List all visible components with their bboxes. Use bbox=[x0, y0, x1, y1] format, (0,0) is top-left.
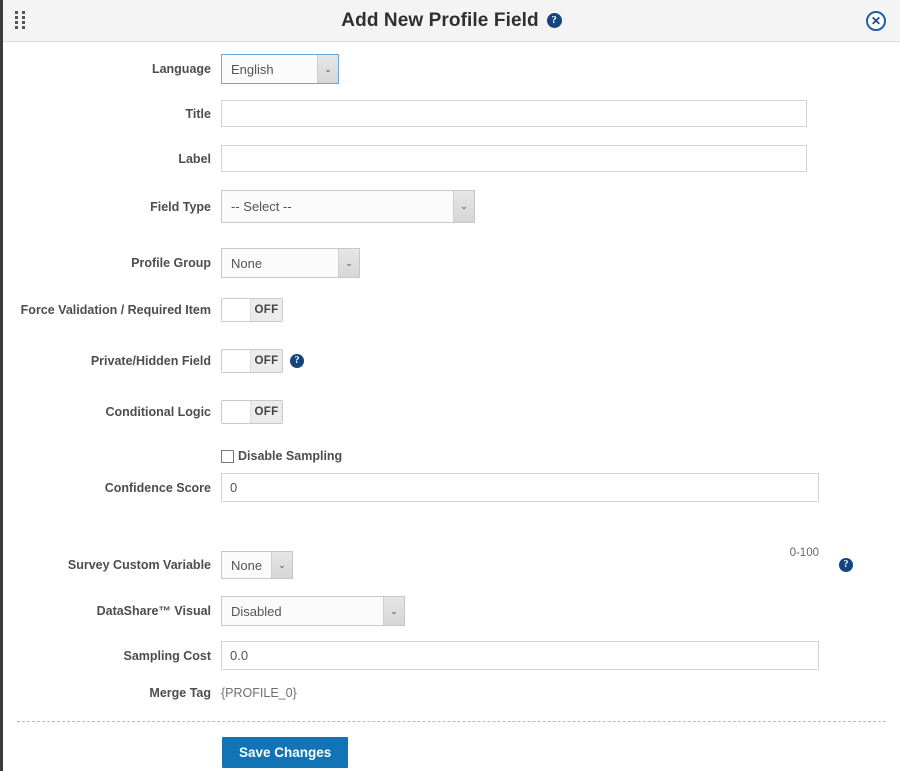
label-profile-group: Profile Group bbox=[3, 256, 221, 270]
field-row-private-hidden: Private/Hidden Field OFF ? bbox=[3, 349, 900, 373]
help-circle-icon[interactable]: ? bbox=[547, 13, 562, 28]
field-row-profile-group: Profile Group None ⌄ bbox=[3, 248, 900, 278]
label-confidence-score: Confidence Score bbox=[3, 481, 221, 495]
profile-group-select[interactable]: None ⌄ bbox=[221, 248, 360, 278]
toggle-knob bbox=[222, 350, 251, 372]
private-hidden-toggle-state: OFF bbox=[251, 350, 282, 372]
chevron-down-icon: ⌄ bbox=[271, 552, 292, 578]
chevron-down-icon: ⌄ bbox=[383, 597, 404, 625]
field-row-title: Title bbox=[3, 100, 900, 127]
force-validation-toggle-state: OFF bbox=[251, 299, 282, 321]
add-profile-field-modal: Add New Profile Field ? ✕ Language Engli… bbox=[0, 0, 900, 771]
conditional-logic-toggle-state: OFF bbox=[251, 401, 282, 423]
datashare-visual-select[interactable]: Disabled ⌄ bbox=[221, 596, 405, 626]
field-row-field-type: Field Type -- Select -- ⌄ bbox=[3, 190, 900, 223]
survey-custom-variable-select[interactable]: None ⌄ bbox=[221, 551, 293, 579]
language-select-value: English bbox=[222, 62, 317, 77]
help-circle-icon[interactable]: ? bbox=[839, 558, 853, 572]
label-conditional-logic: Conditional Logic bbox=[3, 405, 221, 419]
conditional-logic-toggle[interactable]: OFF bbox=[221, 400, 283, 424]
chevron-down-icon: ⌄ bbox=[453, 191, 474, 222]
save-button[interactable]: Save Changes bbox=[222, 737, 348, 768]
field-type-select[interactable]: -- Select -- ⌄ bbox=[221, 190, 475, 223]
label-field-type: Field Type bbox=[3, 200, 221, 214]
toggle-knob bbox=[222, 299, 251, 321]
label-input[interactable] bbox=[221, 145, 807, 172]
field-row-survey-custom-variable: Survey Custom Variable None ⌄ ? bbox=[3, 551, 900, 579]
label-force-validation: Force Validation / Required Item bbox=[3, 303, 221, 317]
survey-custom-variable-select-value: None bbox=[222, 558, 271, 573]
label-label: Label bbox=[3, 152, 221, 166]
title-input[interactable] bbox=[221, 100, 807, 127]
field-row-merge-tag: Merge Tag {PROFILE_0} bbox=[3, 686, 900, 700]
help-circle-icon[interactable]: ? bbox=[290, 354, 304, 368]
label-merge-tag: Merge Tag bbox=[3, 686, 221, 700]
field-row-force-validation: Force Validation / Required Item OFF bbox=[3, 298, 900, 322]
confidence-score-input[interactable] bbox=[221, 473, 819, 502]
chevron-down-icon: ⌄ bbox=[338, 249, 359, 277]
field-row-language: Language English ⌄ bbox=[3, 54, 900, 84]
disable-sampling-checkbox-group[interactable]: Disable Sampling bbox=[221, 449, 342, 463]
profile-group-select-value: None bbox=[222, 256, 338, 271]
language-select[interactable]: English ⌄ bbox=[221, 54, 339, 84]
merge-tag-value: {PROFILE_0} bbox=[221, 686, 297, 700]
page-title: Add New Profile Field ? bbox=[341, 10, 561, 32]
private-hidden-toggle[interactable]: OFF bbox=[221, 349, 283, 373]
modal-header: Add New Profile Field ? ✕ bbox=[3, 0, 900, 42]
disable-sampling-label[interactable]: Disable Sampling bbox=[238, 449, 342, 463]
field-row-label: Label bbox=[3, 145, 900, 172]
force-validation-toggle[interactable]: OFF bbox=[221, 298, 283, 322]
chevron-down-icon: ⌄ bbox=[317, 55, 338, 83]
label-private-hidden: Private/Hidden Field bbox=[3, 354, 221, 368]
toggle-knob bbox=[222, 401, 251, 423]
field-row-disable-sampling: Disable Sampling bbox=[3, 449, 900, 463]
close-icon[interactable]: ✕ bbox=[866, 11, 886, 31]
field-row-sampling-cost: Sampling Cost bbox=[3, 641, 900, 670]
datashare-visual-select-value: Disabled bbox=[222, 604, 383, 619]
label-language: Language bbox=[3, 62, 221, 76]
footer-divider bbox=[17, 721, 886, 722]
label-datashare-visual: DataShare™ Visual bbox=[3, 604, 221, 618]
label-title: Title bbox=[3, 107, 221, 121]
field-row-datashare-visual: DataShare™ Visual Disabled ⌄ bbox=[3, 596, 900, 626]
modal-body: Language English ⌄ Title Label Field Typ… bbox=[3, 42, 900, 722]
field-type-select-value: -- Select -- bbox=[222, 199, 453, 214]
field-row-conditional-logic: Conditional Logic OFF bbox=[3, 400, 900, 424]
field-row-confidence-score: Confidence Score bbox=[3, 473, 900, 502]
disable-sampling-checkbox[interactable] bbox=[221, 450, 234, 463]
label-survey-custom-variable: Survey Custom Variable bbox=[3, 558, 221, 572]
label-sampling-cost: Sampling Cost bbox=[3, 649, 221, 663]
modal-footer: Save Changes bbox=[3, 721, 900, 771]
modal-title-text: Add New Profile Field bbox=[341, 10, 538, 32]
sampling-cost-input[interactable] bbox=[221, 641, 819, 670]
drag-handle-icon[interactable] bbox=[15, 11, 28, 30]
